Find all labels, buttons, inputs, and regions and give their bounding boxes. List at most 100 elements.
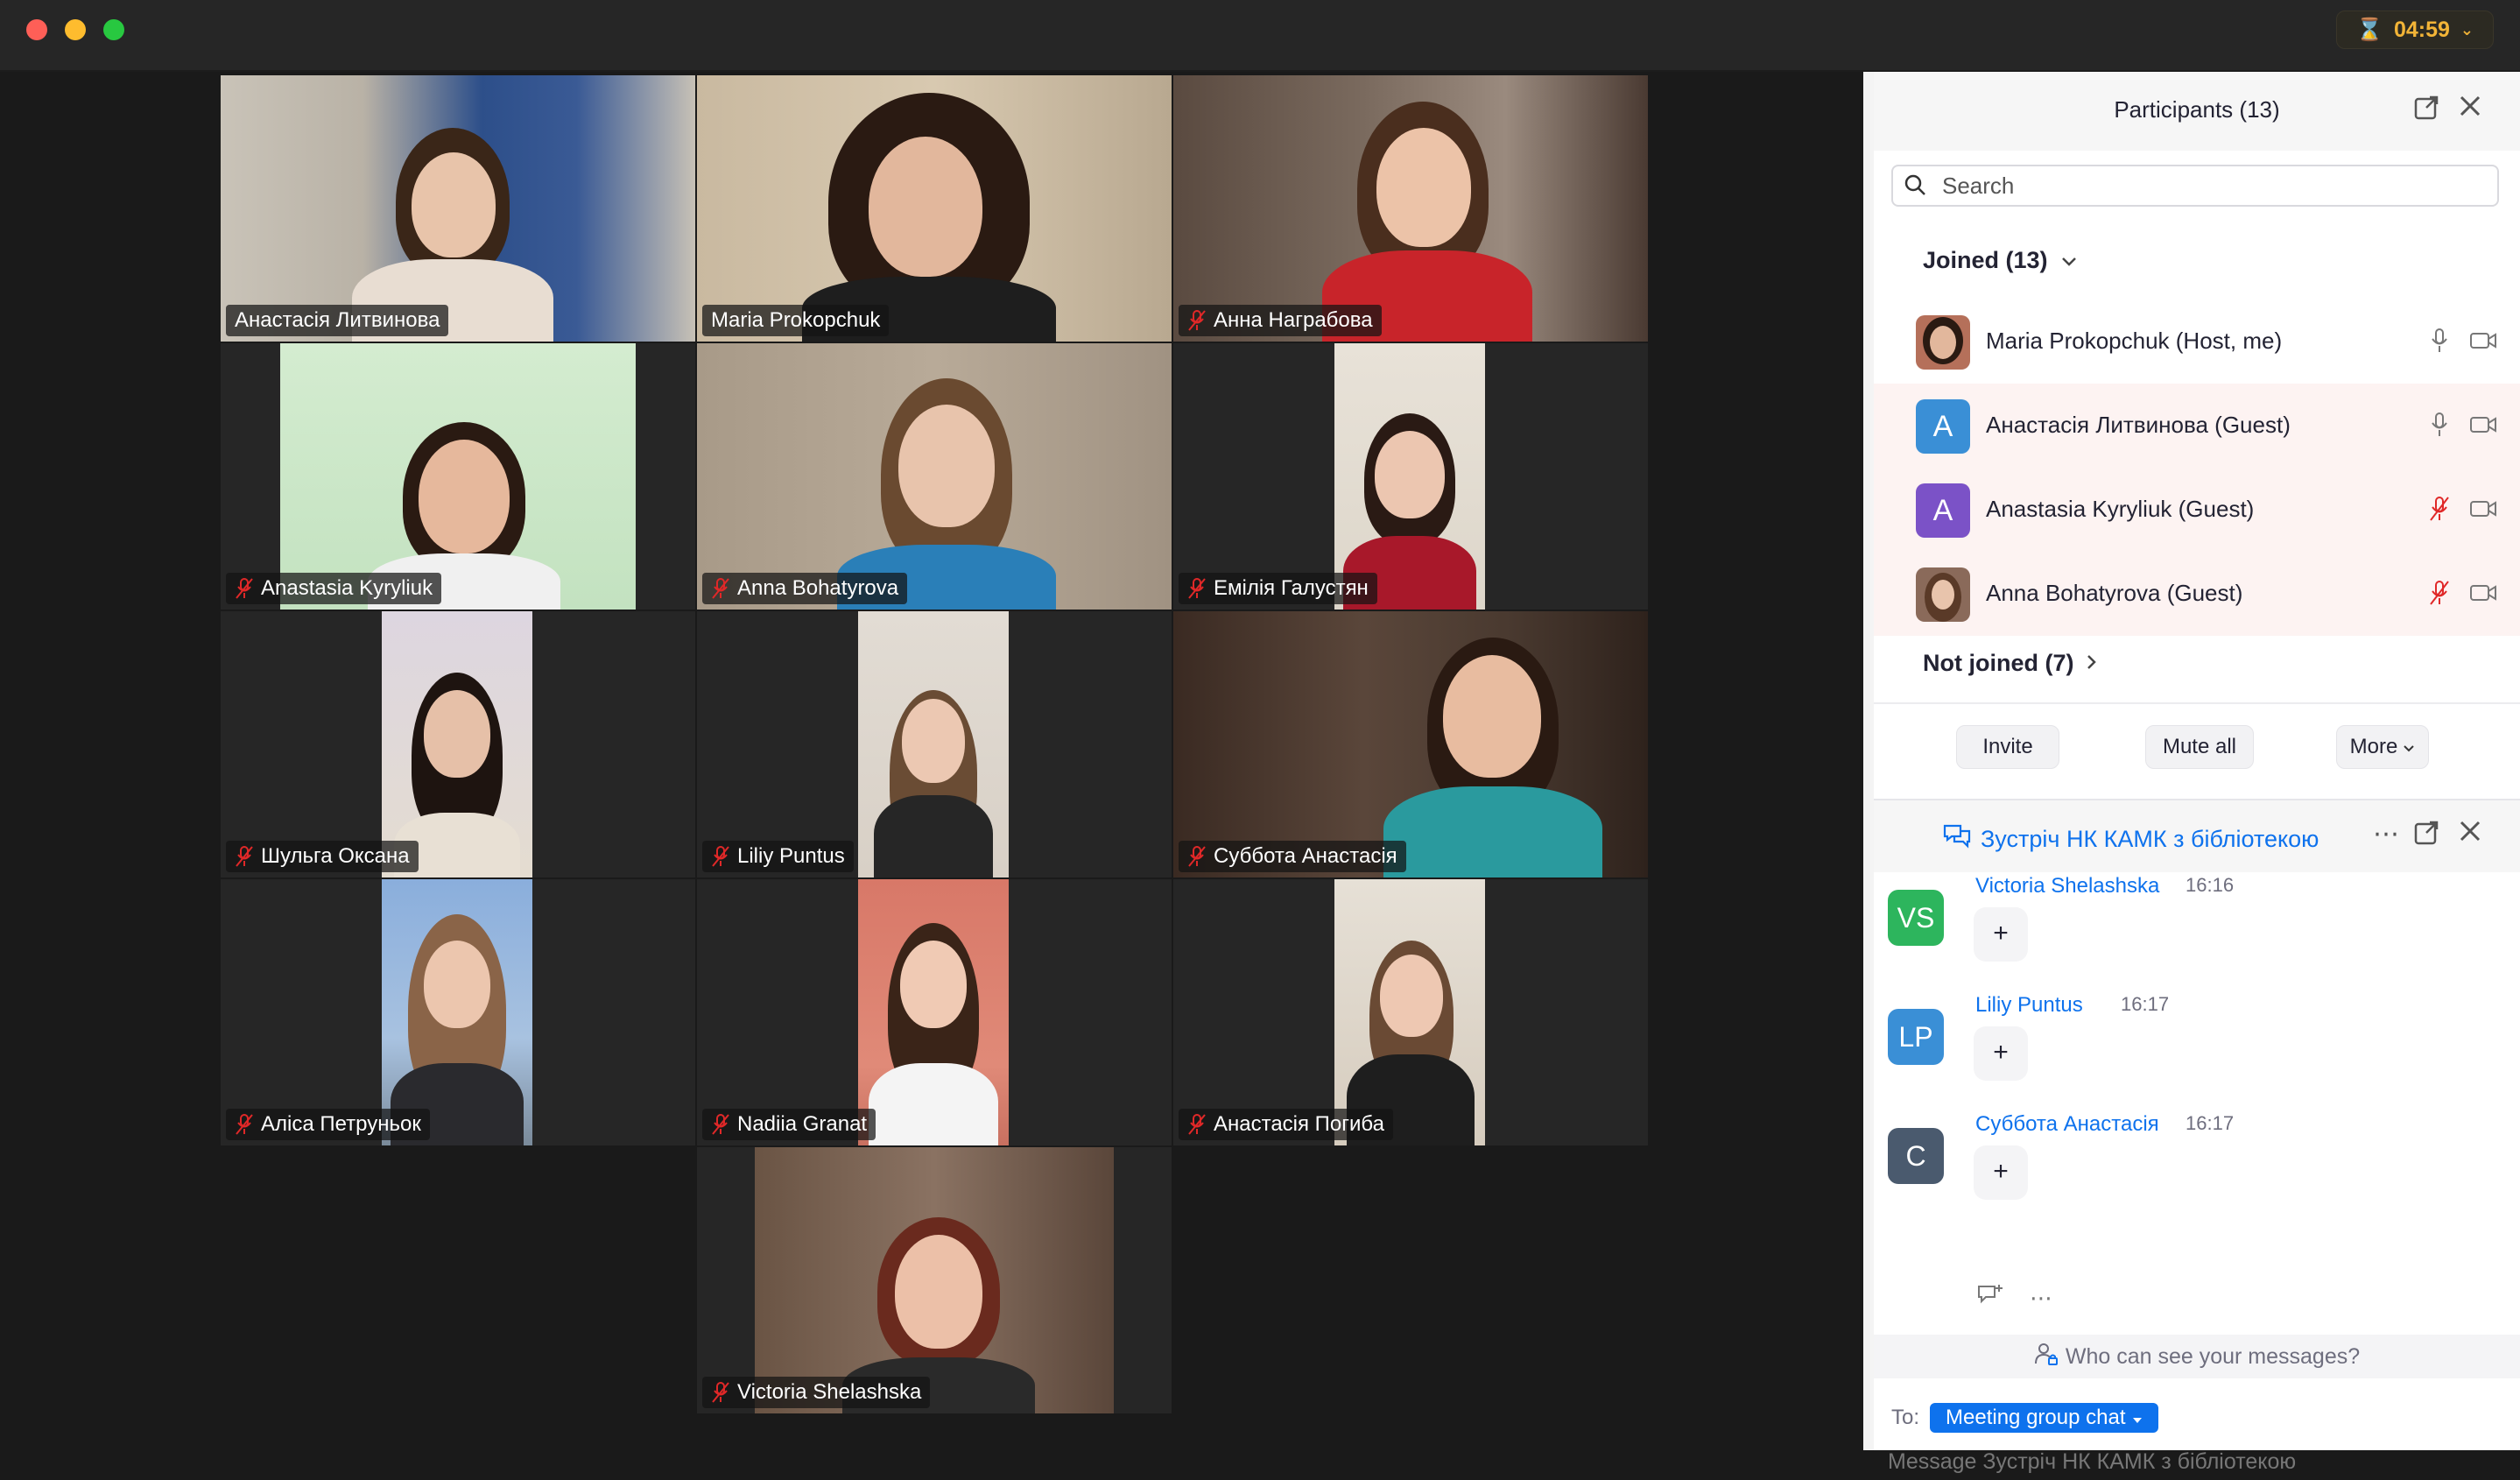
participant-name-tag: Anna Bohatyrova: [702, 573, 908, 604]
participant-name: Anna Bohatyrova (Guest): [1986, 580, 2243, 606]
more-options-icon[interactable]: ⋯: [2030, 1285, 2052, 1312]
muted-mic-icon[interactable]: [2429, 580, 2450, 610]
participant-name-tag: Анастасія Литвинова: [226, 305, 449, 336]
video-tile[interactable]: Victoria Shelashska: [697, 1147, 1172, 1413]
video-tile[interactable]: Шульга Оксана: [221, 611, 695, 877]
participant-name-tag: Victoria Shelashska: [702, 1377, 931, 1408]
video-tile[interactable]: Anna Bohatyrova: [697, 343, 1172, 610]
participant-name: Анастасія Литвинова: [235, 308, 440, 332]
participant-video: [1173, 75, 1648, 342]
participant-name: Суббота Анастасія: [1214, 844, 1397, 868]
message-body[interactable]: +: [1974, 1026, 2028, 1081]
video-tile[interactable]: Анастасія Погиба: [1173, 879, 1648, 1145]
avatar: [1916, 315, 1970, 370]
muted-mic-icon: [235, 845, 254, 868]
mute-all-button[interactable]: Mute all: [2145, 725, 2254, 769]
participant-row[interactable]: Maria Prokopchuk (Host, me): [1874, 300, 2520, 384]
video-camera-icon[interactable]: [2469, 415, 2497, 439]
message-body[interactable]: +: [1974, 907, 2028, 962]
invite-button[interactable]: Invite: [1956, 725, 2059, 769]
pop-out-icon[interactable]: [2411, 820, 2441, 849]
message-sender[interactable]: Liliy Puntus: [1975, 993, 2083, 1018]
privacy-notice-text: Who can see your messages?: [2065, 1343, 2361, 1369]
video-tile-active-speaker[interactable]: Maria Prokopchuk: [697, 75, 1172, 342]
video-camera-icon[interactable]: [2469, 583, 2497, 607]
more-options-icon[interactable]: ⋯: [2371, 820, 2401, 849]
search-icon: [1904, 173, 1926, 201]
video-tile[interactable]: Емілія Галустян: [1173, 343, 1648, 610]
participant-row[interactable]: A Анастасія Литвинова (Guest): [1874, 384, 2520, 468]
participant-row[interactable]: Anna Bohatyrova (Guest): [1874, 552, 2520, 636]
hourglass-icon: ⌛: [2355, 17, 2383, 42]
video-gallery: Анастасія Литвинова Maria Prokopchuk Анн…: [0, 72, 1863, 1450]
video-tile[interactable]: Анастасія Литвинова: [221, 75, 695, 342]
chat-message: LP Liliy Puntus 16:17 +: [1874, 993, 2520, 1112]
video-tile[interactable]: Liliy Puntus: [697, 611, 1172, 877]
not-joined-section-toggle[interactable]: Not joined (7): [1923, 650, 2098, 677]
message-sender[interactable]: Суббота Анастасія: [1975, 1112, 2159, 1137]
participant-name-tag: Суббота Анастасія: [1179, 841, 1406, 872]
video-tile[interactable]: Nadiia Granat: [697, 879, 1172, 1145]
muted-mic-icon: [235, 1113, 254, 1136]
participant-video: [1334, 343, 1485, 610]
participants-list: Maria Prokopchuk (Host, me) A Анастасія …: [1874, 300, 2520, 694]
close-icon[interactable]: [2455, 820, 2485, 849]
message-time: 16:17: [2121, 993, 2170, 1015]
avatar: VS: [1888, 890, 1944, 946]
message-time: 16:17: [2186, 1112, 2235, 1134]
video-camera-icon[interactable]: [2469, 331, 2497, 355]
video-tile[interactable]: Аліса Петруньок: [221, 879, 695, 1145]
chat-message-input[interactable]: [1886, 1443, 2494, 1480]
to-label: To:: [1891, 1406, 1920, 1429]
muted-mic-icon: [711, 845, 730, 868]
more-button[interactable]: More: [2336, 725, 2429, 769]
participant-row[interactable]: A Anastasia Kyryliuk (Guest): [1874, 468, 2520, 552]
avatar: С: [1888, 1128, 1944, 1184]
chat-title[interactable]: Зустріч НК КАМК з бібліотекою: [1942, 823, 2319, 856]
participant-video: [280, 343, 636, 610]
panel-separator: [1863, 72, 1874, 1450]
participant-video: [755, 1147, 1114, 1413]
pop-out-icon[interactable]: [2411, 95, 2441, 124]
privacy-notice[interactable]: Who can see your messages?: [1874, 1335, 2520, 1378]
not-joined-label: Not joined (7): [1923, 650, 2074, 676]
invite-label: Invite: [1982, 735, 2033, 758]
chat-message: С Суббота Анастасія 16:17 +: [1874, 1112, 2520, 1231]
chevron-down-icon: ⌄: [2460, 20, 2474, 39]
add-reaction-icon[interactable]: [1975, 1282, 2005, 1314]
video-tile[interactable]: Anastasia Kyryliuk: [221, 343, 695, 610]
video-tile[interactable]: Суббота Анастасія: [1173, 611, 1648, 877]
meeting-timer[interactable]: ⌛ 04:59 ⌄: [2335, 11, 2494, 49]
side-panel: Participants (13) Joined (13) Maria Prok…: [1874, 72, 2520, 1480]
video-tile[interactable]: Анна Награбова: [1173, 75, 1648, 342]
message-actions: ⋯: [1975, 1282, 2052, 1314]
minimize-window-button[interactable]: [65, 19, 86, 40]
microphone-icon[interactable]: [2429, 412, 2450, 442]
avatar: LP: [1888, 1009, 1944, 1065]
avatar: A: [1916, 483, 1970, 538]
participant-name: Maria Prokopchuk (Host, me): [1986, 328, 2283, 354]
microphone-icon[interactable]: [2429, 328, 2450, 358]
recipient-selector[interactable]: Meeting group chat: [1930, 1403, 2159, 1433]
recipient-row: To: Meeting group chat: [1891, 1403, 2159, 1433]
video-camera-icon[interactable]: [2469, 499, 2497, 523]
avatar: [1916, 567, 1970, 622]
participant-video: [697, 343, 1172, 610]
search-input[interactable]: [1940, 172, 2487, 200]
message-sender[interactable]: Victoria Shelashska: [1975, 874, 2159, 899]
muted-mic-icon[interactable]: [2429, 496, 2450, 526]
participants-search[interactable]: [1891, 165, 2499, 207]
participant-name-tag: Nadiia Granat: [702, 1109, 876, 1140]
close-window-button[interactable]: [26, 19, 47, 40]
avatar: A: [1916, 399, 1970, 454]
joined-section-toggle[interactable]: Joined (13): [1923, 247, 2078, 274]
close-icon[interactable]: [2455, 95, 2485, 124]
participant-name-tag: Анастасія Погиба: [1179, 1109, 1393, 1140]
message-body[interactable]: +: [1974, 1145, 2028, 1200]
participant-name: Емілія Галустян: [1214, 576, 1369, 600]
fullscreen-window-button[interactable]: [103, 19, 124, 40]
mute-all-label: Mute all: [2162, 735, 2237, 758]
more-label: More: [2349, 735, 2398, 758]
participant-name-tag: Емілія Галустян: [1179, 573, 1377, 604]
participant-video: [221, 75, 695, 342]
